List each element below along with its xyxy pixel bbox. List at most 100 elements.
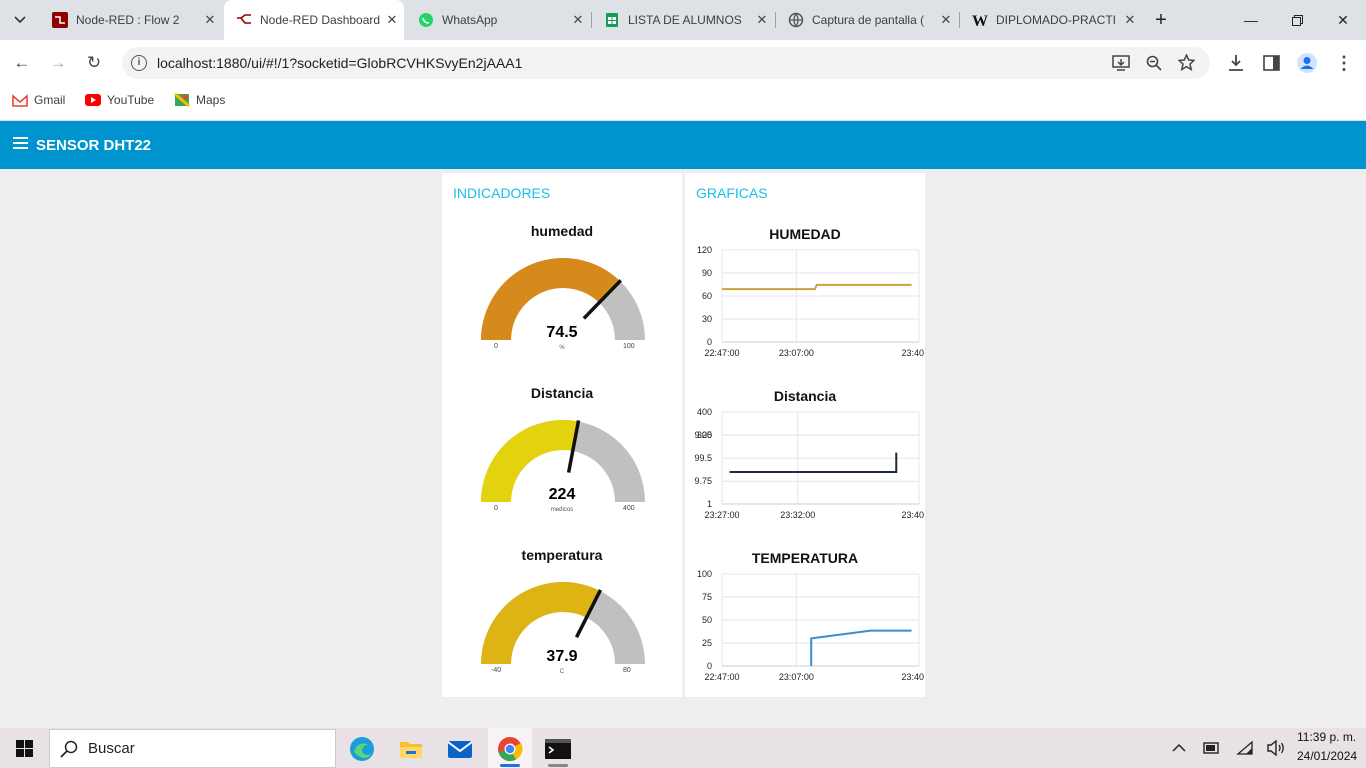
hamburger-menu-icon[interactable]: [13, 137, 28, 151]
close-icon[interactable]: ✕: [380, 12, 404, 28]
tab-search-button[interactable]: [0, 0, 40, 40]
svg-text:W: W: [972, 13, 988, 28]
tab-title: DIPLOMADO-PRACTI: [996, 13, 1117, 27]
bookmark-youtube[interactable]: YouTube: [85, 93, 154, 107]
gauge-max: 100: [623, 343, 635, 350]
arrow-left-icon: ←: [13, 53, 31, 72]
y-tick-label: 400: [697, 407, 712, 417]
y-tick-label: 300: [697, 430, 712, 440]
reload-button[interactable]: ↻: [82, 51, 106, 75]
gauge-min: -40: [491, 667, 502, 674]
gauge-title: temperatura: [521, 547, 603, 563]
clock-date[interactable]: 24/01/2024: [1297, 749, 1357, 763]
clock-time[interactable]: 11:39 p. m.: [1297, 730, 1356, 744]
tab-whatsapp[interactable]: WhatsApp ✕: [406, 0, 590, 40]
tab-title: LISTA DE ALUMNOS: [628, 13, 742, 27]
gauge-value: 37.9: [546, 648, 578, 665]
y-tick-label: 0: [707, 661, 712, 671]
humedad-chart: 0 30 60 90 120 22:47:00 23:07:00 23:40:00: [697, 245, 924, 358]
download-icon[interactable]: [1227, 54, 1245, 72]
y-tick-label: 199.5: [694, 453, 712, 463]
close-icon: ✕: [1337, 11, 1349, 28]
bookmark-star-icon[interactable]: [1178, 54, 1195, 71]
side-panel-icon[interactable]: [1263, 55, 1280, 71]
profile-avatar-icon[interactable]: [1297, 53, 1317, 73]
y-tick-label: 50: [702, 615, 712, 625]
y-tick-label: 25: [702, 638, 712, 648]
plus-icon: +: [1155, 8, 1167, 31]
dashboard-header: SENSOR DHT22: [0, 121, 1366, 169]
indicators-group-title: INDICADORES: [453, 185, 551, 201]
terminal-icon[interactable]: [544, 735, 572, 763]
wifi-icon[interactable]: [1236, 740, 1254, 756]
y-tick-label: 60: [702, 291, 712, 301]
minimize-icon: —: [1244, 12, 1258, 28]
gmail-icon: [12, 94, 28, 107]
temperatura-chart: 0 25 50 75 100 22:47:00 23:07:00 23:40:00: [697, 569, 924, 682]
chevron-down-icon: [14, 16, 26, 24]
chart-title: TEMPERATURA: [751, 550, 859, 566]
taskbar-search[interactable]: Buscar: [49, 729, 336, 768]
search-placeholder: Buscar: [88, 740, 135, 757]
bookmark-label: Maps: [196, 93, 226, 107]
close-icon[interactable]: ✕: [1118, 12, 1142, 28]
close-icon[interactable]: ✕: [934, 12, 958, 28]
chart-title: Distancia: [773, 388, 837, 404]
volume-icon[interactable]: [1266, 740, 1286, 756]
browser-menu-button[interactable]: ⋮: [1332, 51, 1356, 75]
series-line: [729, 452, 898, 473]
y-tick-label: 100: [697, 569, 712, 579]
tab-title: Node-RED : Flow 2: [76, 13, 180, 27]
wordpress-icon: W: [972, 13, 988, 28]
x-tick-label: 23:07:00: [779, 348, 814, 358]
chrome-icon[interactable]: [496, 735, 524, 763]
windows-start-icon[interactable]: [16, 740, 33, 757]
restore-button[interactable]: [1274, 0, 1320, 40]
close-window-button[interactable]: ✕: [1320, 0, 1366, 40]
forward-button[interactable]: →: [46, 51, 70, 75]
zoom-icon[interactable]: [1146, 55, 1162, 71]
node-red-icon: [52, 12, 68, 28]
omnibox[interactable]: i localhost:1880/ui/#!/1?socketid=GlobRC…: [122, 47, 1210, 79]
gauge-min: 0: [494, 343, 498, 350]
gauge-max: 400: [623, 505, 635, 512]
series-line: [722, 283, 912, 291]
gauge-title: humedad: [530, 223, 594, 239]
distancia-chart: 199.75199.5299.2530040023:27:0023:32:002…: [694, 407, 924, 520]
x-tick-label: 23:40:00: [901, 510, 924, 520]
back-button[interactable]: ←: [10, 51, 34, 75]
more-vertical-icon: ⋮: [1335, 52, 1353, 73]
tab-node-red-flow[interactable]: Node-RED : Flow 2 ✕: [40, 0, 222, 40]
gauge-max: 80: [623, 667, 631, 674]
search-icon: [60, 740, 78, 758]
tab-captura[interactable]: Captura de pantalla ( ✕: [776, 0, 958, 40]
x-tick-label: 23:32:00: [780, 510, 815, 520]
globe-icon: [788, 12, 804, 28]
close-icon[interactable]: ✕: [750, 12, 774, 28]
whatsapp-icon: [419, 13, 433, 27]
chevron-up-icon[interactable]: [1172, 743, 1186, 753]
sheets-icon: [606, 13, 618, 27]
tab-lista-alumnos[interactable]: LISTA DE ALUMNOS ✕: [592, 0, 774, 40]
info-icon[interactable]: i: [131, 55, 147, 71]
url-text[interactable]: localhost:1880/ui/#!/1?socketid=GlobRCVH…: [157, 55, 522, 71]
bookmark-maps[interactable]: Maps: [174, 93, 225, 107]
chart-title: HUMEDAD: [769, 226, 841, 242]
tab-diplomado[interactable]: W DIPLOMADO-PRACTI ✕: [960, 0, 1142, 40]
minimize-button[interactable]: —: [1228, 0, 1274, 40]
new-tab-button[interactable]: +: [1145, 0, 1177, 40]
file-explorer-icon[interactable]: [397, 735, 425, 763]
gauge-value: 224: [548, 486, 576, 503]
bookmarks-bar: Gmail YouTube Maps: [0, 86, 1366, 121]
maps-icon: [174, 93, 190, 107]
battery-icon[interactable]: [1202, 740, 1220, 756]
tab-node-red-dashboard[interactable]: Node-RED Dashboard ✕: [224, 0, 404, 40]
install-app-icon[interactable]: [1112, 55, 1130, 71]
close-icon[interactable]: ✕: [566, 12, 590, 28]
mail-icon[interactable]: [446, 735, 474, 763]
restore-icon: [1291, 14, 1303, 26]
close-icon[interactable]: ✕: [198, 12, 222, 28]
x-tick-label: 23:40:00: [901, 672, 924, 682]
bookmark-gmail[interactable]: Gmail: [12, 93, 65, 107]
edge-icon[interactable]: [348, 735, 376, 763]
